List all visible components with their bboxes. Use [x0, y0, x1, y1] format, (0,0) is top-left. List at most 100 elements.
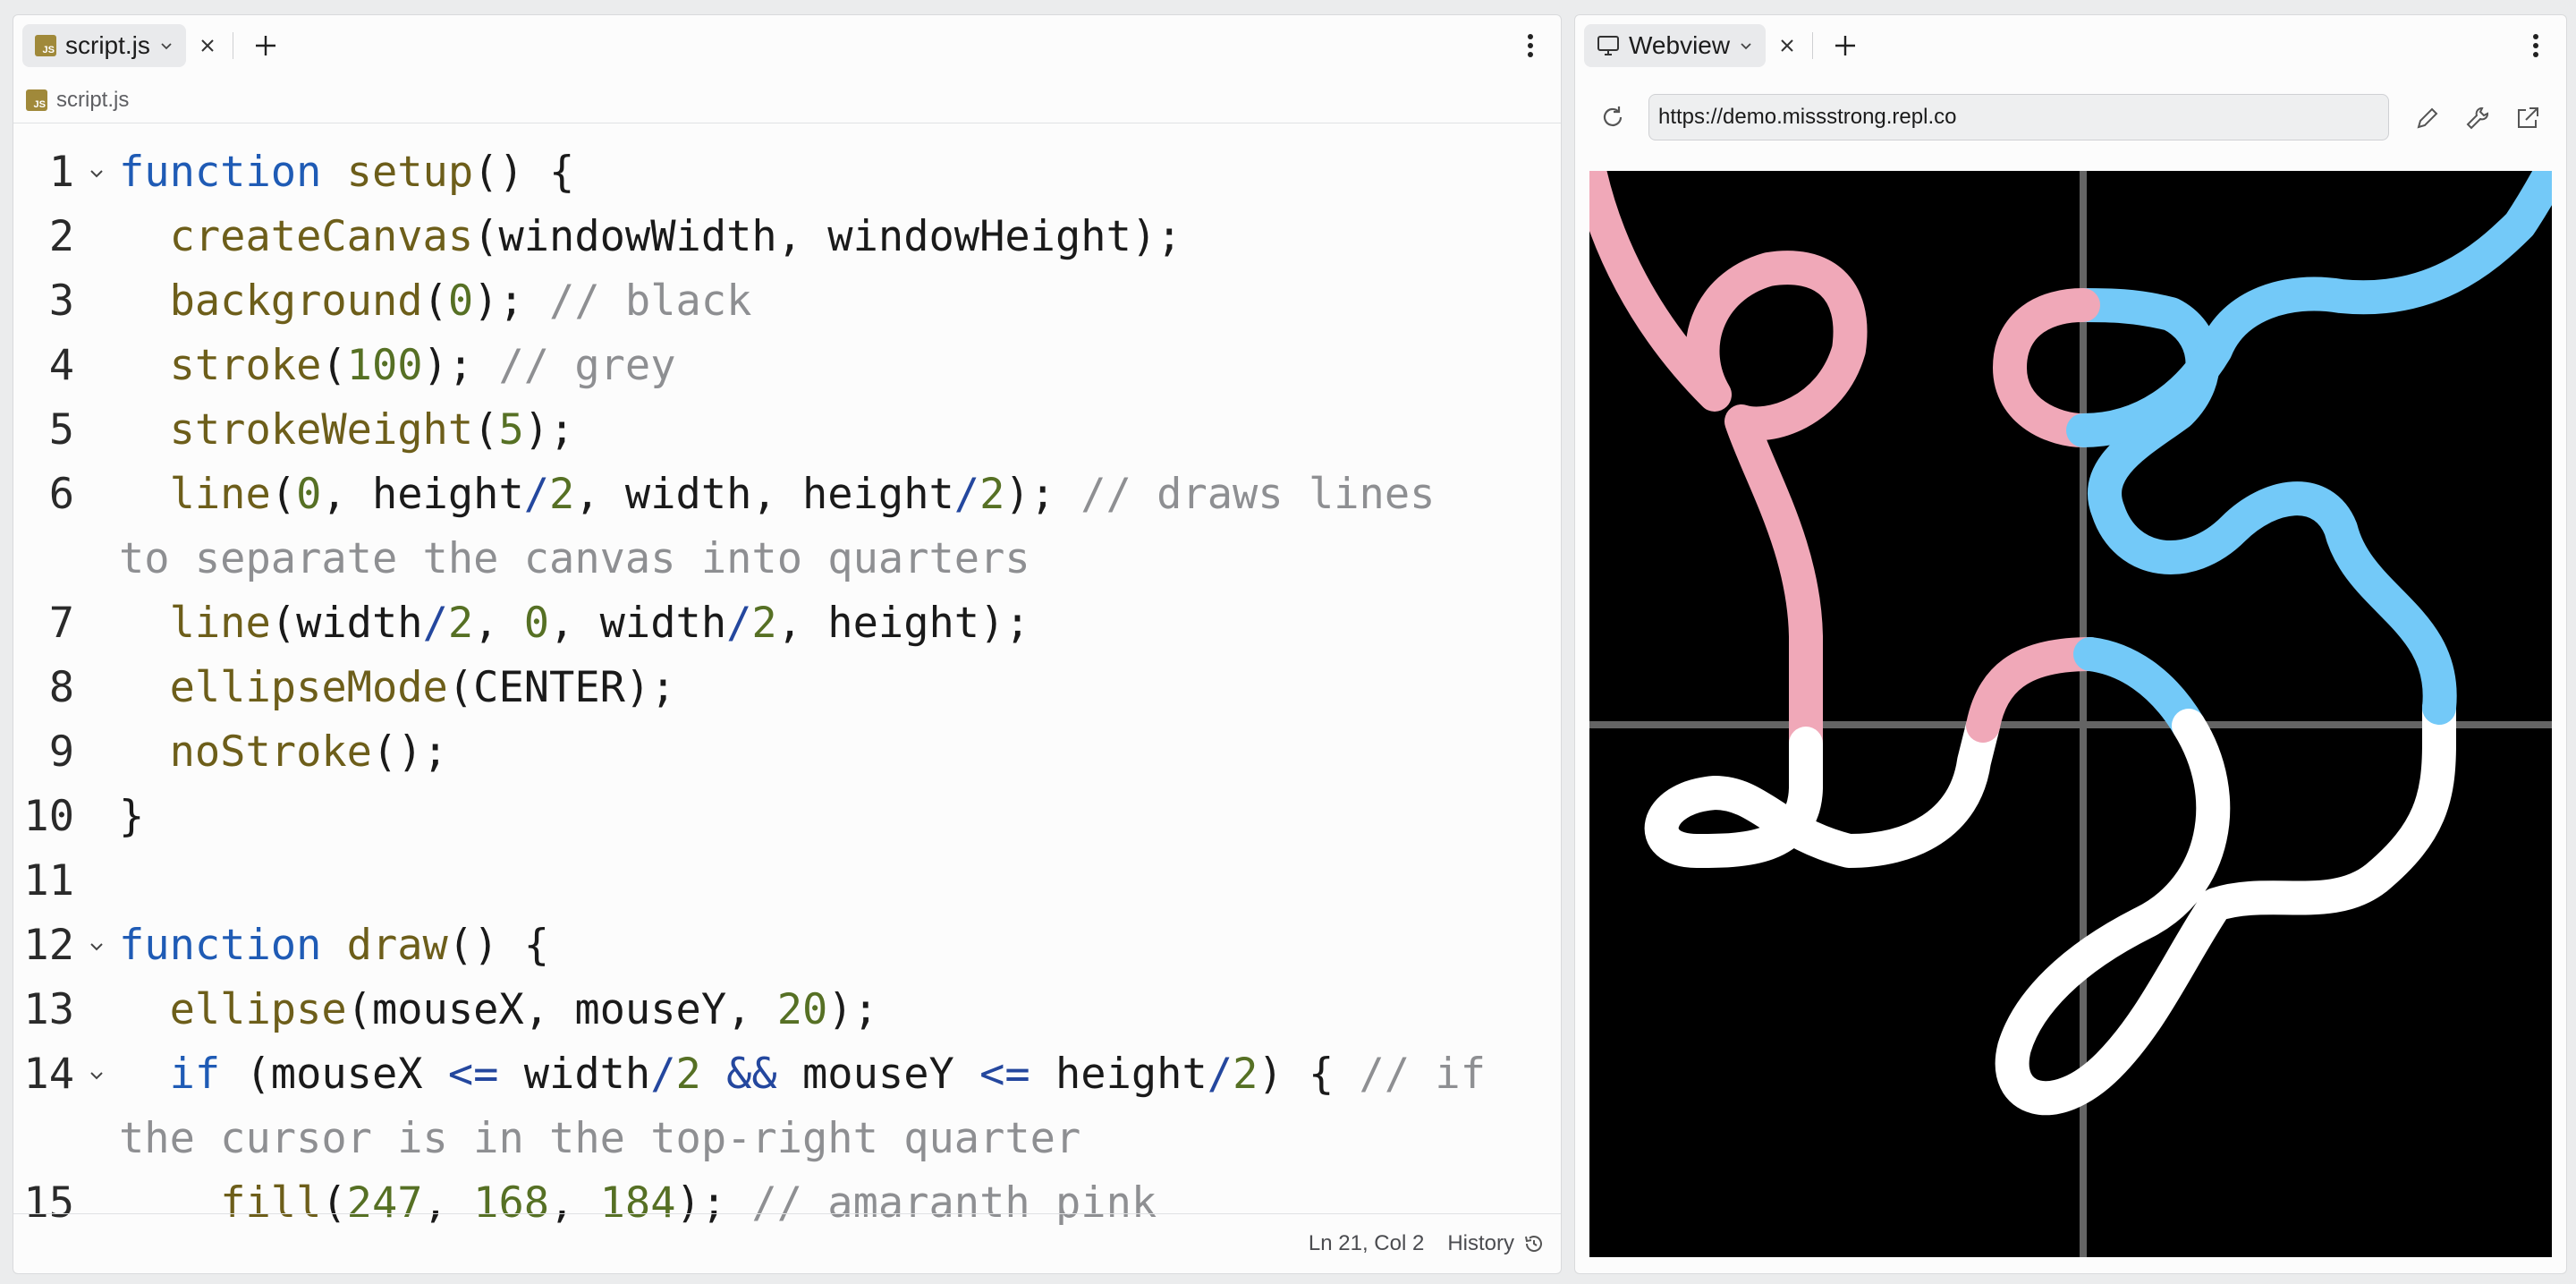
code-line[interactable]: 11 — [13, 849, 1561, 914]
tab-script-js[interactable]: JS script.js — [22, 24, 186, 67]
history-label: History — [1447, 1231, 1514, 1255]
webview-pane: Webview — [1574, 14, 2567, 1274]
history-button[interactable]: History — [1447, 1231, 1545, 1256]
close-tab-button[interactable] — [1769, 28, 1805, 64]
chevron-down-icon[interactable] — [1739, 38, 1753, 53]
fold-gutter — [74, 849, 119, 914]
code-token: 20 — [776, 985, 828, 1034]
p5-canvas[interactable] — [1589, 171, 2552, 1257]
add-tab-button[interactable] — [1826, 26, 1865, 65]
code-token: / — [1207, 1050, 1233, 1099]
line-number: 8 — [48, 663, 74, 712]
fold-chevron-icon[interactable] — [74, 1042, 119, 1107]
history-icon — [1525, 1236, 1542, 1252]
code-text: to separate the canvas into quarters — [119, 527, 1030, 591]
code-line[interactable]: 5 strokeWeight(5); — [13, 398, 1561, 463]
devtools-button[interactable] — [2459, 99, 2496, 137]
code-text: ellipse(mouseX, mouseY, 20); — [119, 978, 878, 1042]
code-token: strokeWeight — [169, 405, 474, 455]
plus-icon — [1835, 36, 1856, 55]
code-text: background(0); // black — [119, 269, 752, 334]
code-line[interactable]: to separate the canvas into quarters — [13, 527, 1561, 591]
code-token: ( — [473, 405, 499, 455]
code-line[interactable]: 10} — [13, 785, 1561, 849]
code-token: , height); — [776, 599, 1030, 648]
close-tab-button[interactable] — [190, 28, 225, 64]
code-token: / — [422, 599, 448, 648]
code-token: , width — [549, 599, 727, 648]
url-bar — [1575, 78, 2566, 158]
code-token: () { — [473, 148, 575, 197]
fold-chevron-icon[interactable] — [74, 140, 119, 205]
code-token: 0 — [296, 470, 322, 519]
more-vertical-icon — [2533, 34, 2538, 57]
code-token: // if — [1359, 1050, 1487, 1099]
tab-webview[interactable]: Webview — [1584, 24, 1767, 67]
code-token: function — [119, 148, 322, 197]
code-token: ); — [422, 341, 499, 390]
code-line[interactable]: 3 background(0); // black — [13, 269, 1561, 334]
code-text: function setup() { — [119, 140, 574, 205]
code-token: noStroke — [169, 727, 372, 777]
more-vertical-icon — [1528, 34, 1533, 57]
code-token: stroke — [169, 341, 322, 390]
code-line[interactable]: 12 function draw() { — [13, 914, 1561, 978]
fold-gutter — [74, 1107, 119, 1171]
code-line[interactable]: 13 ellipse(mouseX, mouseY, 20); — [13, 978, 1561, 1042]
code-line[interactable]: 14 if (mouseX <= width/2 && mouseY <= he… — [13, 1042, 1561, 1107]
reload-button[interactable] — [1595, 99, 1631, 135]
webview-menu-button[interactable] — [2518, 28, 2554, 64]
fold-gutter — [74, 398, 119, 463]
code-line[interactable]: 6 line(0, height/2, width, height/2); //… — [13, 463, 1561, 527]
code-token: 100 — [346, 341, 423, 390]
js-file-icon: JS — [35, 35, 56, 56]
code-token: (width — [270, 599, 423, 648]
code-line[interactable]: 2 createCanvas(windowWidth, windowHeight… — [13, 205, 1561, 269]
editor-tab-bar: JS script.js — [13, 15, 1561, 76]
breadcrumb-file[interactable]: script.js — [56, 88, 129, 113]
code-token: (); — [371, 727, 448, 777]
fold-gutter — [74, 269, 119, 334]
code-line[interactable]: 8 ellipseMode(CENTER); — [13, 656, 1561, 720]
code-line[interactable]: the cursor is in the top-right quarter — [13, 1107, 1561, 1171]
line-number: 4 — [48, 341, 74, 390]
fold-chevron-icon[interactable] — [74, 914, 119, 978]
reload-icon — [1603, 106, 1623, 126]
cursor-position[interactable]: Ln 21, Col 2 — [1309, 1231, 1424, 1256]
code-editor[interactable]: 1 function setup() {2 createCanvas(window… — [13, 140, 1561, 1225]
editor-menu-button[interactable] — [1513, 28, 1548, 64]
code-token: background — [169, 276, 423, 326]
pencil-icon — [2417, 107, 2438, 129]
code-token: <= — [979, 1050, 1030, 1099]
code-token: ellipse — [169, 985, 347, 1034]
code-token: <= — [447, 1050, 499, 1099]
editor-pane: JS script.js JS script.js 1 function setu… — [13, 14, 1562, 1274]
close-icon — [201, 39, 214, 52]
code-line[interactable]: 1 function setup() { — [13, 140, 1561, 205]
add-tab-button[interactable] — [246, 26, 285, 65]
canvas-drawing — [1589, 171, 2552, 1257]
code-line[interactable]: 9 noStroke(); — [13, 720, 1561, 785]
url-input[interactable] — [1648, 94, 2389, 140]
line-number: 1 — [48, 148, 74, 197]
code-token: ( — [270, 470, 297, 519]
edit-button[interactable] — [2409, 99, 2446, 137]
code-token: line — [169, 599, 271, 648]
chevron-down-icon[interactable] — [159, 38, 174, 53]
code-token: , width, height — [574, 470, 954, 519]
code-token: / — [726, 599, 752, 648]
code-line[interactable]: 4 stroke(100); // grey — [13, 334, 1561, 398]
open-in-new-tab-button[interactable] — [2509, 99, 2546, 137]
line-number: 6 — [48, 470, 74, 519]
webview-tab-bar: Webview — [1575, 15, 2566, 76]
code-token: 2 — [1233, 1050, 1258, 1099]
code-token: (CENTER); — [447, 663, 676, 712]
code-line[interactable]: 7 line(width/2, 0, width/2, height); — [13, 591, 1561, 656]
code-token: width — [498, 1050, 651, 1099]
